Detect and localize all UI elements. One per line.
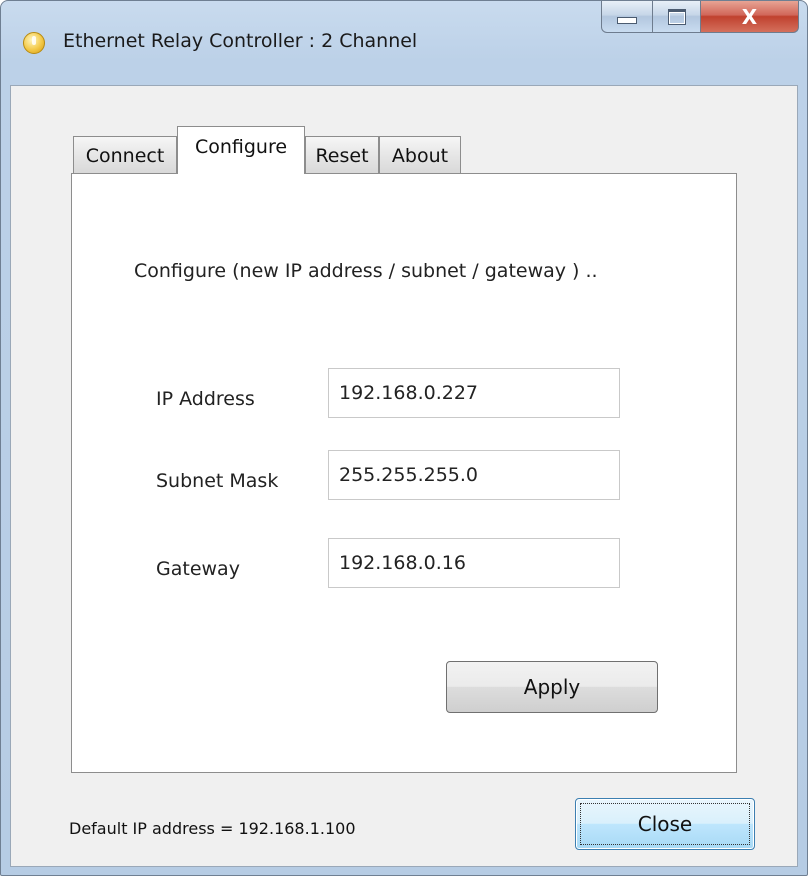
tab-configure[interactable]: Configure bbox=[177, 126, 305, 174]
caption-buttons: X bbox=[601, 1, 799, 33]
window-title: Ethernet Relay Controller : 2 Channel bbox=[63, 30, 418, 52]
gateway-input[interactable] bbox=[328, 538, 620, 588]
app-window: Ethernet Relay Controller : 2 Channel X … bbox=[0, 0, 808, 876]
default-ip-text: Default IP address = 192.168.1.100 bbox=[69, 819, 356, 838]
configure-panel: Configure (new IP address / subnet / gat… bbox=[71, 173, 737, 773]
maximize-button[interactable] bbox=[653, 1, 701, 33]
subnet-mask-input[interactable] bbox=[328, 450, 620, 500]
apply-button[interactable]: Apply bbox=[446, 661, 658, 713]
ip-address-input[interactable] bbox=[328, 368, 620, 418]
title-bar[interactable]: Ethernet Relay Controller : 2 Channel X bbox=[1, 1, 807, 85]
close-window-button[interactable]: X bbox=[701, 1, 799, 33]
configure-instruction: Configure (new IP address / subnet / gat… bbox=[134, 260, 598, 282]
gateway-label: Gateway bbox=[156, 558, 240, 580]
tab-about[interactable]: About bbox=[379, 136, 461, 174]
minimize-icon bbox=[617, 17, 637, 24]
close-icon: X bbox=[741, 4, 758, 29]
power-icon bbox=[23, 32, 45, 54]
close-button[interactable]: Close bbox=[575, 798, 755, 850]
tab-reset[interactable]: Reset bbox=[305, 136, 379, 174]
maximize-icon bbox=[667, 8, 686, 25]
minimize-button[interactable] bbox=[601, 1, 653, 33]
subnet-mask-label: Subnet Mask bbox=[156, 470, 279, 492]
tab-connect[interactable]: Connect bbox=[73, 136, 177, 174]
client-area: Connect Configure Reset About Configure … bbox=[10, 85, 798, 867]
ip-address-label: IP Address bbox=[156, 388, 255, 410]
